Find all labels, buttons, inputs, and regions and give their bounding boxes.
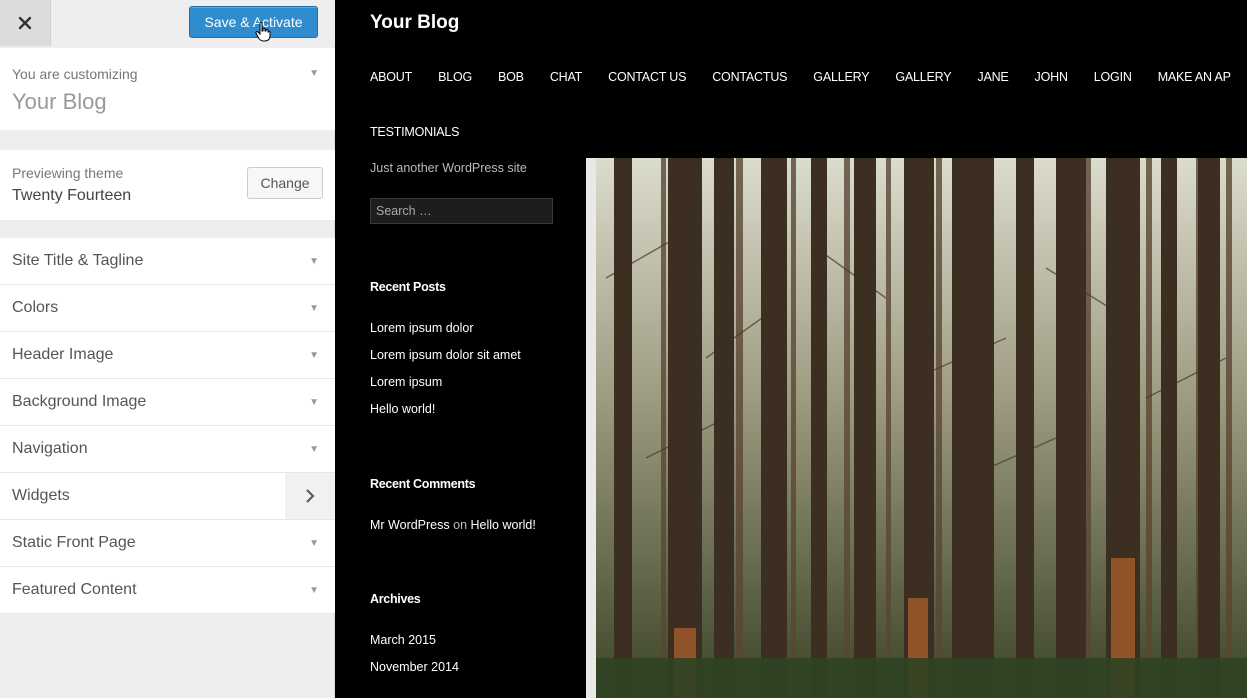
customizer-sidebar: Save & Activate You are customizing Your… [0,0,335,698]
section-widgets[interactable]: Widgets [0,473,335,520]
section-label: Static Front Page [12,534,136,551]
site-tagline: Just another WordPress site [370,161,527,175]
caret-down-icon: ▼ [309,538,319,549]
nav-item[interactable]: Testimonials [370,125,459,139]
recent-posts-heading: Recent Posts [370,280,446,294]
caret-down-icon: ▼ [309,585,319,596]
section-label: Header Image [12,346,114,363]
forest-image [586,158,1247,698]
nav-item[interactable]: Bob [498,70,524,84]
comment-post-link[interactable]: Hello world! [471,518,536,532]
section-header-image[interactable]: Header Image ▼ [0,332,335,379]
section-label: Background Image [12,393,147,410]
section-colors[interactable]: Colors ▼ [0,285,335,332]
caret-down-icon: ▼ [309,68,319,79]
caret-down-icon: ▼ [309,397,319,408]
change-theme-button[interactable]: Change [247,167,323,199]
nav-item[interactable]: Blog [438,70,472,84]
comment-author-link[interactable]: Mr WordPress [370,518,450,532]
recent-comment: Mr WordPress on Hello world! [370,518,536,532]
header-image [586,158,1247,698]
list-item[interactable]: November 2014 [370,660,459,687]
nav-item[interactable]: Gallery [813,70,869,84]
caret-down-icon: ▼ [309,350,319,361]
site-preview: Your Blog About Blog Bob Chat Contact Us Cont… [336,0,1247,698]
section-label: Featured Content [12,581,137,598]
nav-item[interactable]: About [370,70,412,84]
section-label: Navigation [12,440,88,457]
nav-item[interactable]: ContactUs [712,70,787,84]
nav-item[interactable]: Chat [550,70,583,84]
section-static-front-page[interactable]: Static Front Page ▼ [0,520,335,567]
site-title[interactable]: Your Blog [370,12,459,34]
close-button[interactable] [0,0,51,46]
nav-item[interactable]: Login [1094,70,1132,84]
nav-item[interactable]: Jane [977,70,1008,84]
primary-navigation: About Blog Bob Chat Contact Us ContactUs Galle… [370,68,1247,86]
list-item[interactable]: Lorem ipsum [370,375,521,402]
image-edge [586,158,596,698]
section-label: Site Title & Tagline [12,252,144,269]
section-site-title-tagline[interactable]: Site Title & Tagline ▼ [0,238,335,285]
recent-comments-heading: Recent Comments [370,477,476,491]
archives-heading: Archives [370,592,421,606]
close-icon [18,16,32,30]
list-item[interactable]: Lorem ipsum dolor [370,321,521,348]
nav-item[interactable]: John [1035,70,1068,84]
archives-list: March 2015 November 2014 [370,633,459,687]
theme-name: Twenty Fourteen [12,187,132,204]
previewing-label: Previewing theme [12,165,124,181]
section-navigation[interactable]: Navigation ▼ [0,426,335,473]
chevron-right-icon[interactable] [285,473,335,519]
customizer-sections: Site Title & Tagline ▼ Colors ▼ Header I… [0,238,335,614]
customizing-site-name: Your Blog [12,89,107,114]
list-item[interactable]: Lorem ipsum dolor sit amet [370,348,521,375]
section-background-image[interactable]: Background Image ▼ [0,379,335,426]
caret-down-icon: ▼ [309,444,319,455]
section-label: Widgets [12,487,70,504]
customizing-label: You are customizing [12,66,138,82]
hand-cursor-icon [255,22,271,42]
nav-item[interactable]: Make an Ap [1158,70,1231,84]
list-item[interactable]: Hello world! [370,402,521,429]
nav-item[interactable]: Contact Us [608,70,686,84]
customizing-info-panel[interactable]: You are customizing Your Blog ▼ [0,48,335,130]
recent-posts-list: Lorem ipsum dolor Lorem ipsum dolor sit … [370,321,521,429]
theme-panel: Previewing theme Twenty Fourteen Change [0,150,335,220]
save-activate-button[interactable]: Save & Activate [189,6,318,38]
caret-down-icon: ▼ [309,303,319,314]
caret-down-icon: ▼ [309,256,319,267]
primary-navigation-row2: Testimonials [370,123,485,141]
list-item[interactable]: March 2015 [370,633,459,660]
customizer-header: Save & Activate [0,0,335,46]
nav-item[interactable]: Gallery [895,70,951,84]
search-input[interactable] [370,198,553,224]
comment-on-label: on [453,518,468,532]
section-featured-content[interactable]: Featured Content ▼ [0,567,335,614]
section-label: Colors [12,299,59,316]
